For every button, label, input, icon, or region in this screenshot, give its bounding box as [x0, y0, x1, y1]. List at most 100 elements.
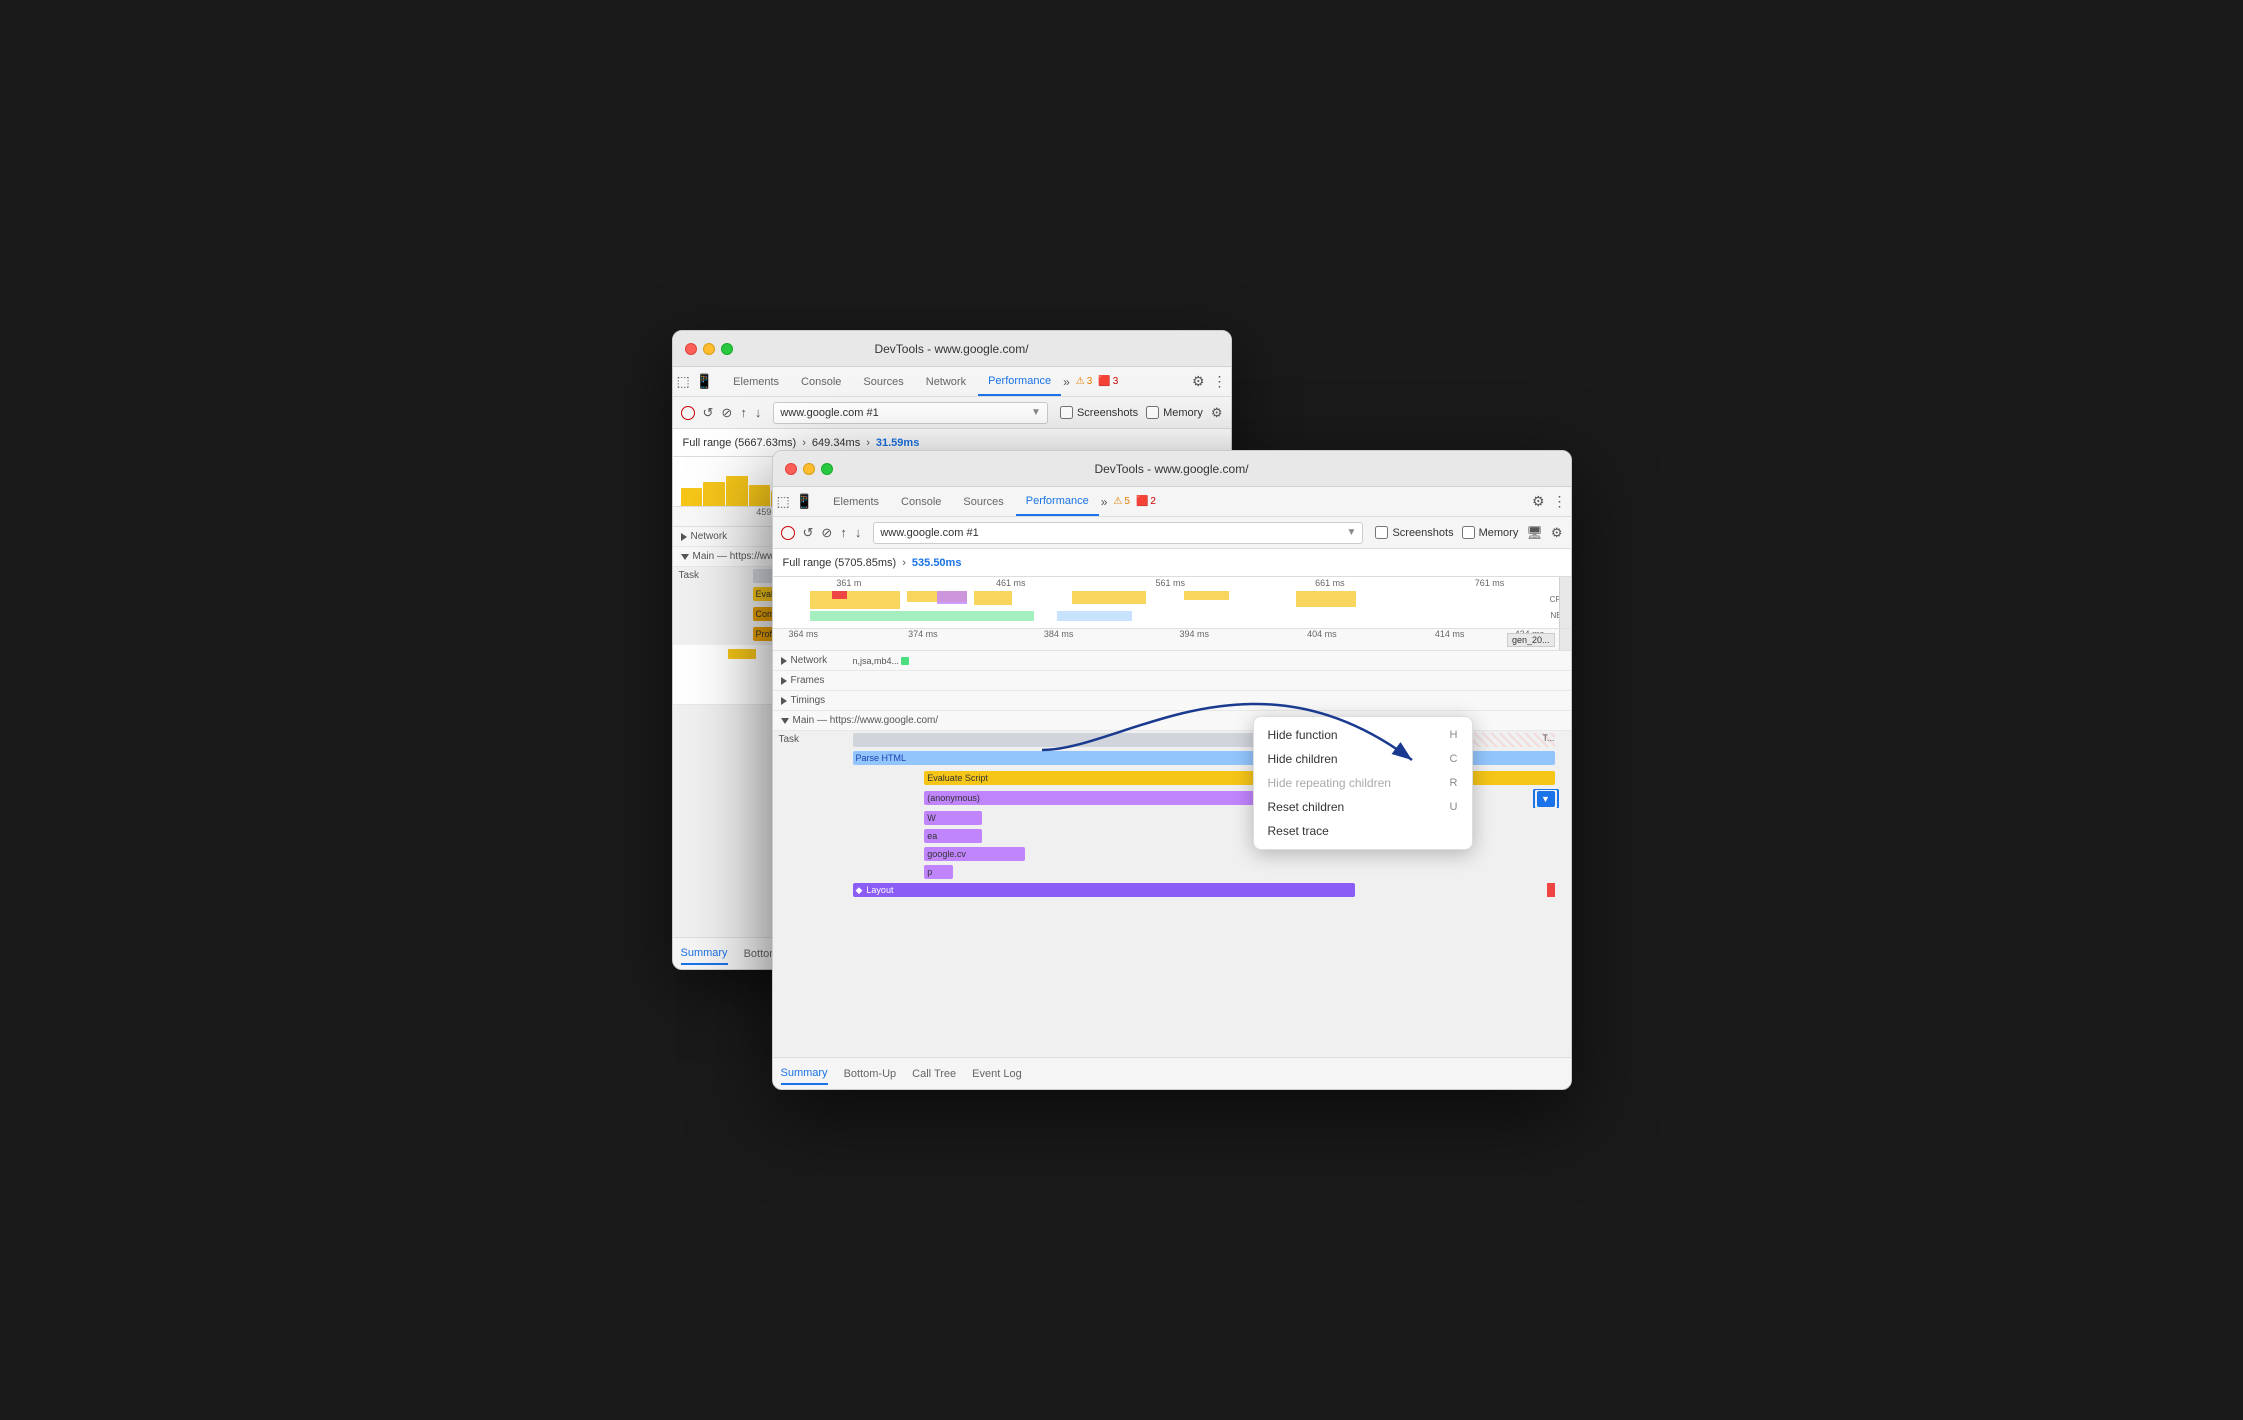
back-more-icon[interactable]: ⋮ — [1213, 373, 1227, 390]
front-url-bar[interactable]: www.google.com #1 ▼ — [873, 522, 1363, 544]
front-tab-performance[interactable]: Performance — [1016, 487, 1099, 516]
front-detail-scrollbar[interactable] — [1559, 629, 1571, 650]
front-bottom-tab-calltree[interactable]: Call Tree — [912, 1064, 956, 1084]
ctx-hide-children[interactable]: Hide children C — [1254, 747, 1472, 771]
back-memory-label: Memory — [1163, 407, 1203, 419]
front-minimize-button[interactable] — [803, 463, 815, 475]
back-more-tabs-icon[interactable]: » — [1063, 375, 1070, 389]
back-close-button[interactable] — [685, 343, 697, 355]
front-scrollbar[interactable] — [1559, 577, 1571, 628]
front-ea-bar[interactable]: ea — [924, 829, 981, 843]
front-clear-icon[interactable]: ⊘ — [821, 525, 832, 541]
back-network-expand-icon[interactable] — [681, 533, 687, 541]
back-task-label: Task — [673, 570, 753, 581]
front-settings-icon[interactable]: ⚙ — [1532, 493, 1545, 510]
back-tab-console[interactable]: Console — [791, 367, 851, 396]
front-timings-header: Timings — [773, 691, 1571, 711]
back-tab-elements[interactable]: Elements — [723, 367, 789, 396]
ctx-reset-trace-label: Reset trace — [1268, 824, 1329, 838]
front-timings-expand-icon[interactable] — [781, 697, 787, 705]
front-p-content: p — [853, 863, 1571, 880]
back-device-icon[interactable]: 📱 — [696, 373, 713, 390]
front-w-bar[interactable]: W — [924, 811, 981, 825]
back-tab-performance[interactable]: Performance — [978, 367, 1061, 396]
front-url-dropdown-icon[interactable]: ▼ — [1347, 527, 1357, 538]
back-bottom-tab-summary[interactable]: Summary — [681, 943, 728, 965]
front-bottom-tabs: Summary Bottom-Up Call Tree Event Log — [773, 1057, 1571, 1089]
front-gen-label: gen_20... — [1507, 633, 1555, 647]
front-cpu-bar-6 — [1296, 591, 1356, 607]
front-bottom-tab-eventlog[interactable]: Event Log — [972, 1064, 1022, 1084]
back-reload-icon[interactable]: ↺ — [703, 405, 714, 421]
front-rec-settings-icon[interactable]: ⚙ — [1551, 525, 1563, 541]
front-device-icon[interactable]: 📱 — [796, 493, 813, 510]
front-maximize-button[interactable] — [821, 463, 833, 475]
front-timings-label: Timings — [791, 695, 826, 706]
back-url-dropdown-icon[interactable]: ▼ — [1031, 407, 1041, 418]
front-googlecv-bar[interactable]: google.cv — [924, 847, 1025, 861]
front-more-tabs-icon[interactable]: » — [1101, 495, 1108, 509]
back-memory-checkbox[interactable] — [1146, 406, 1159, 419]
front-rec-capture-icon[interactable]: 🖥 — [1526, 525, 1543, 541]
front-cpu-bar-1 — [810, 591, 900, 609]
back-traffic-lights — [685, 343, 733, 355]
back-screenshots-checkbox[interactable] — [1060, 406, 1073, 419]
front-tab-elements[interactable]: Elements — [823, 487, 889, 516]
back-yellow-bar-1 — [728, 649, 756, 659]
back-inspect-icon[interactable]: ⬚ — [677, 373, 690, 390]
back-selected-range: 649.34ms — [812, 437, 860, 449]
front-download-icon[interactable]: ↓ — [855, 525, 862, 540]
back-tab-sources[interactable]: Sources — [853, 367, 913, 396]
back-main-expand-icon[interactable] — [681, 554, 689, 560]
front-bottom-tab-bottomup[interactable]: Bottom-Up — [844, 1064, 897, 1084]
ctx-reset-children[interactable]: Reset children U — [1254, 795, 1472, 819]
back-rec-settings-icon[interactable]: ⚙ — [1211, 405, 1223, 421]
front-tab-sources[interactable]: Sources — [953, 487, 1013, 516]
front-detail-mark-2: 374 ms — [908, 629, 938, 639]
ctx-reset-children-key: U — [1450, 801, 1458, 813]
back-cpu-bar-3 — [726, 476, 748, 506]
front-memory-checkbox[interactable] — [1462, 526, 1475, 539]
front-screenshots-checkbox[interactable] — [1375, 526, 1388, 539]
front-inspect-icon[interactable]: ⬚ — [777, 493, 790, 510]
ctx-reset-children-label: Reset children — [1268, 800, 1345, 814]
front-window-title: DevTools - www.google.com/ — [1094, 462, 1248, 476]
front-reload-icon[interactable]: ↺ — [803, 525, 814, 541]
front-more-icon[interactable]: ⋮ — [1553, 493, 1567, 510]
ctx-reset-trace[interactable]: Reset trace — [1254, 819, 1472, 843]
back-download-icon[interactable]: ↓ — [755, 405, 762, 420]
front-tab-console[interactable]: Console — [891, 487, 951, 516]
front-layout-icon: ◆ — [856, 885, 863, 896]
front-record-button[interactable] — [781, 526, 795, 540]
front-frames-header: Frames — [773, 671, 1571, 691]
front-net-bar-1 — [810, 611, 1034, 621]
back-minimize-button[interactable] — [703, 343, 715, 355]
back-upload-icon[interactable]: ↑ — [740, 405, 747, 420]
front-highlight-box — [1533, 789, 1559, 808]
front-context-menu: Hide function H Hide children C Hide rep… — [1253, 716, 1473, 850]
front-cpu-bar-5 — [1184, 591, 1229, 600]
front-p-bar[interactable]: p — [924, 865, 953, 879]
front-upload-icon[interactable]: ↑ — [840, 525, 847, 540]
front-detail-ruler: 364 ms 374 ms 384 ms 394 ms 404 ms 414 m… — [773, 629, 1571, 651]
ctx-hide-function[interactable]: Hide function H — [1254, 723, 1472, 747]
back-settings-icon[interactable]: ⚙ — [1192, 373, 1205, 390]
back-url-bar[interactable]: www.google.com #1 ▼ — [773, 402, 1048, 424]
front-layout-bar[interactable]: ◆Layout — [853, 883, 1356, 897]
front-warning-badge: ⚠ 5 — [1113, 496, 1130, 507]
back-error-icon: 🟥 — [1098, 376, 1110, 387]
back-maximize-button[interactable] — [721, 343, 733, 355]
front-main-expand-icon[interactable] — [781, 718, 789, 724]
front-error-badge: 🟥 2 — [1136, 496, 1156, 507]
back-clear-icon[interactable]: ⊘ — [721, 405, 732, 421]
front-bottom-tab-summary[interactable]: Summary — [781, 1063, 828, 1085]
front-network-expand-icon[interactable] — [781, 657, 787, 665]
back-tab-network[interactable]: Network — [916, 367, 976, 396]
front-network-files: n,jsa,mb4... — [853, 656, 910, 666]
front-close-button[interactable] — [785, 463, 797, 475]
front-rec-toolbar: ↺ ⊘ ↑ ↓ www.google.com #1 ▼ Screenshots … — [773, 517, 1571, 549]
back-url-text: www.google.com #1 — [780, 407, 878, 419]
back-screenshots-checkbox-group: Screenshots — [1060, 406, 1138, 419]
front-frames-expand-icon[interactable] — [781, 677, 787, 685]
back-record-button[interactable] — [681, 406, 695, 420]
